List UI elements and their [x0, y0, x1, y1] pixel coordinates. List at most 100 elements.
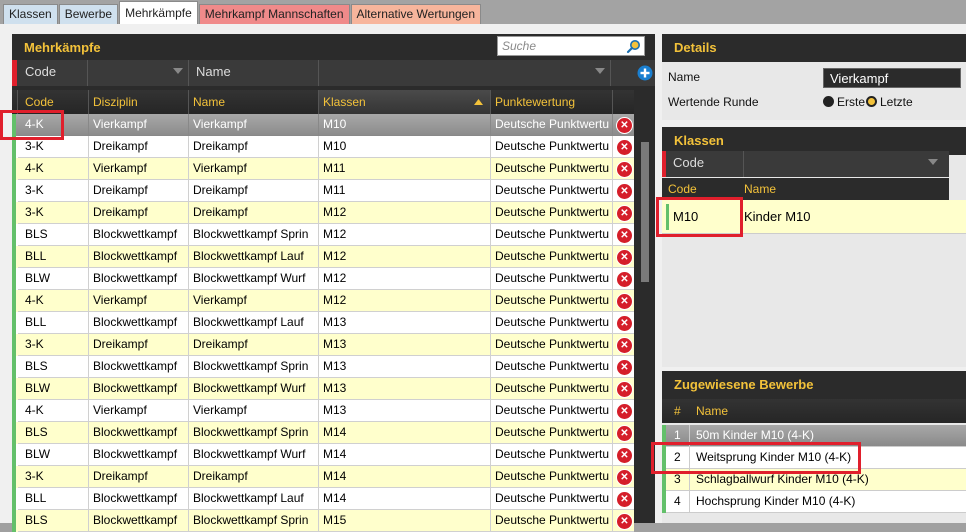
add-icon[interactable]: [637, 65, 653, 81]
table-row[interactable]: BLS Blockwettkampf Blockwettkampf Sprin M12…: [12, 224, 634, 246]
tab-mehrkaempfe[interactable]: Mehrkämpfe: [119, 1, 198, 24]
delete-icon[interactable]: ✕: [616, 293, 633, 310]
search-input[interactable]: Suche: [497, 36, 645, 56]
table-row[interactable]: BLS Blockwettkampf Blockwettkampf Sprin M14…: [12, 422, 634, 444]
cell-name: Dreikampf: [189, 180, 319, 202]
cell-punktewertung: Deutsche Punktwertu: [491, 224, 613, 246]
table-row[interactable]: 4-K Vierkampf Vierkampf M11 Deutsche Punktwe…: [12, 158, 634, 180]
table-row[interactable]: 4-K Vierkampf Vierkampf M13 Deutsche Punktwe…: [12, 400, 634, 422]
cell-klassen: M14: [319, 466, 491, 488]
sort-ascending-icon: [474, 99, 483, 105]
delete-icon[interactable]: ✕: [616, 425, 633, 442]
delete-icon[interactable]: ✕: [616, 491, 633, 508]
tab-bewerbe[interactable]: Bewerbe: [58, 4, 119, 24]
cell-code: BLS: [18, 422, 89, 444]
table-row[interactable]: BLW Blockwettkampf Blockwettkampf Wurf M12 D…: [12, 268, 634, 290]
cell-klassen: M13: [319, 400, 491, 422]
delete-icon[interactable]: ✕: [616, 359, 633, 376]
delete-icon[interactable]: ✕: [616, 205, 633, 222]
scrollbar-thumb[interactable]: [641, 142, 649, 282]
filter-row: Code Name: [12, 60, 655, 86]
table-row[interactable]: 3-K Dreikampf Dreikampf M10 Deutsche Punktwe…: [12, 136, 634, 158]
delete-icon[interactable]: ✕: [616, 469, 633, 486]
cell-name: Blockwettkampf Lauf: [189, 246, 319, 268]
klassen-filter-marker: [662, 151, 666, 177]
cell-punktewertung: Deutsche Punktwertu: [491, 312, 613, 334]
grid-header: Code Disziplin Name Klassen Punktewertun…: [12, 90, 634, 114]
bewerbe-grid-header: # Name: [662, 399, 966, 423]
delete-icon[interactable]: ✕: [616, 139, 633, 156]
delete-icon[interactable]: ✕: [616, 403, 633, 420]
filter-name-dropdown[interactable]: [319, 60, 611, 86]
klassen-filter-code-label: Code: [673, 155, 705, 170]
delete-icon[interactable]: ✕: [616, 381, 633, 398]
tab-alternative-wertungen[interactable]: Alternative Wertungen: [350, 4, 482, 24]
cell-name: Blockwettkampf Lauf: [189, 488, 319, 510]
table-row[interactable]: BLL Blockwettkampf Blockwettkampf Lauf M13 D…: [12, 312, 634, 334]
delete-icon[interactable]: ✕: [616, 183, 633, 200]
cell-disziplin: Dreikampf: [89, 334, 189, 356]
delete-icon[interactable]: ✕: [616, 249, 633, 266]
klassen-header-name[interactable]: Name: [744, 178, 776, 200]
cell-punktewertung: Deutsche Punktwertu: [491, 202, 613, 224]
table-row[interactable]: 4-K Vierkampf Vierkampf M10 Deutsche Punktwe…: [12, 114, 634, 136]
radio-erste[interactable]: [823, 96, 834, 107]
cell-code: BLS: [18, 224, 89, 246]
row-marker: [12, 334, 16, 356]
cell-name: Blockwettkampf Lauf: [189, 312, 319, 334]
table-row[interactable]: 3-K Dreikampf Dreikampf M13 Deutsche Punktwe…: [12, 334, 634, 356]
delete-icon[interactable]: ✕: [616, 161, 633, 178]
table-row[interactable]: 4-K Vierkampf Vierkampf M12 Deutsche Punktwe…: [12, 290, 634, 312]
header-name[interactable]: Name: [189, 90, 319, 114]
search-icon[interactable]: [626, 39, 641, 54]
tab-mehrkampf-mannschaften[interactable]: Mehrkampf Mannschaften: [198, 4, 350, 24]
table-row[interactable]: BLL Blockwettkampf Blockwettkampf Lauf M12 D…: [12, 246, 634, 268]
klassen-panel: Klassen Code Code Name M10 Kinder M10: [662, 127, 966, 367]
cell-code: 3-K: [18, 202, 89, 224]
table-row[interactable]: 3-K Dreikampf Dreikampf M11 Deutsche Punktwe…: [12, 180, 634, 202]
list-item[interactable]: 4 Hochsprung Kinder M10 (4-K): [662, 491, 966, 513]
delete-icon[interactable]: ✕: [616, 271, 633, 288]
row-marker: [12, 444, 16, 466]
delete-icon[interactable]: ✕: [616, 337, 633, 354]
delete-icon[interactable]: ✕: [616, 315, 633, 332]
cell-punktewertung: Deutsche Punktwertu: [491, 510, 613, 532]
header-disziplin[interactable]: Disziplin: [89, 90, 189, 114]
tab-klassen[interactable]: Klassen: [3, 4, 58, 24]
highlight-box-klassen: [656, 197, 743, 237]
bewerbe-header-num[interactable]: #: [674, 399, 681, 423]
delete-icon[interactable]: ✕: [616, 513, 633, 530]
cell-disziplin: Vierkampf: [89, 114, 189, 136]
cell-divider: [689, 491, 690, 513]
table-row[interactable]: BLL Blockwettkampf Blockwettkampf Lauf M14 D…: [12, 488, 634, 510]
table-row[interactable]: BLS Blockwettkampf Blockwettkampf Sprin M13…: [12, 356, 634, 378]
table-row[interactable]: BLW Blockwettkampf Blockwettkampf Wurf M13 D…: [12, 378, 634, 400]
cell-code: BLL: [18, 488, 89, 510]
delete-icon[interactable]: ✕: [616, 117, 633, 134]
table-row[interactable]: BLW Blockwettkampf Blockwettkampf Wurf M14 D…: [12, 444, 634, 466]
table-row[interactable]: 3-K Dreikampf Dreikampf M14 Deutsche Punktwe…: [12, 466, 634, 488]
delete-icon[interactable]: ✕: [616, 227, 633, 244]
cell-disziplin: Blockwettkampf: [89, 488, 189, 510]
row-marker: [12, 224, 16, 246]
radio-letzte[interactable]: [866, 96, 877, 107]
header-klassen[interactable]: Klassen: [319, 90, 491, 114]
cell-code: 4-K: [18, 158, 89, 180]
name-field[interactable]: Vierkampf: [823, 68, 961, 88]
mehrkaempfe-panel: Mehrkämpfe Suche Code Name Code Diszipli…: [12, 34, 655, 532]
filter-code-label: Code: [17, 60, 88, 86]
table-row[interactable]: BLS Blockwettkampf Blockwettkampf Sprin M15…: [12, 510, 634, 532]
filter-name-label: Name: [189, 60, 319, 86]
cell-klassen: M13: [319, 356, 491, 378]
header-punktewertung[interactable]: Punktewertung: [491, 90, 613, 114]
cell-name: Dreikampf: [189, 466, 319, 488]
cell-disziplin: Blockwettkampf: [89, 268, 189, 290]
cell-disziplin: Blockwettkampf: [89, 444, 189, 466]
klassen-filter-dropdown[interactable]: [744, 151, 944, 177]
table-row[interactable]: 3-K Dreikampf Dreikampf M12 Deutsche Punktwe…: [12, 202, 634, 224]
filter-code-dropdown[interactable]: [89, 60, 189, 86]
row-marker: [12, 202, 16, 224]
bewerbe-header-name[interactable]: Name: [696, 399, 728, 423]
delete-icon[interactable]: ✕: [616, 447, 633, 464]
cell-punktewertung: Deutsche Punktwertu: [491, 488, 613, 510]
